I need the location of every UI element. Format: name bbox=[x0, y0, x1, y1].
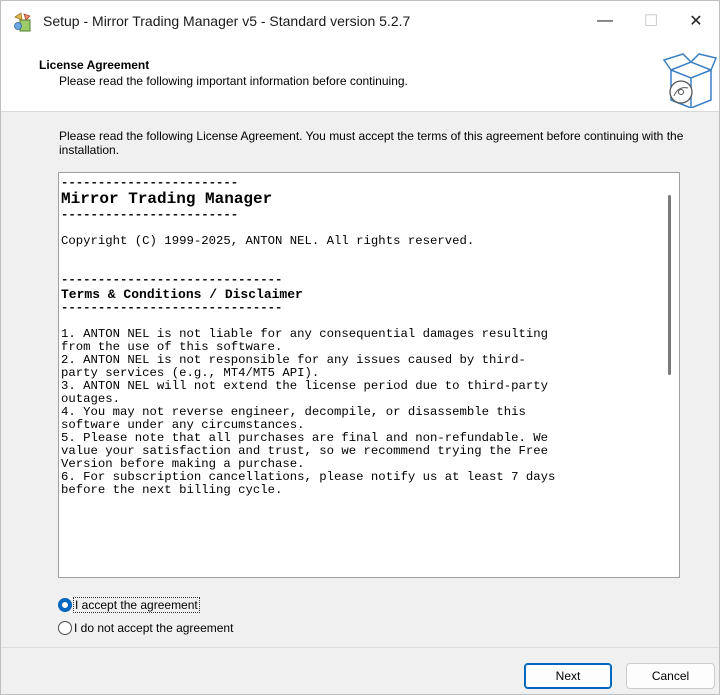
page-subtitle: Please read the following important info… bbox=[59, 74, 408, 88]
wizard-header: License Agreement Please read the follow… bbox=[1, 41, 719, 112]
setup-app-icon bbox=[12, 11, 34, 33]
license-instructions: Please read the following License Agreem… bbox=[59, 129, 684, 157]
page-title: License Agreement bbox=[39, 58, 150, 72]
license-line: ------------------------------ bbox=[61, 273, 283, 287]
radio-unchecked-icon[interactable] bbox=[58, 621, 72, 635]
accept-agreement-option[interactable]: I accept the agreement bbox=[58, 596, 200, 614]
title-bar[interactable]: Setup - Mirror Trading Manager v5 - Stan… bbox=[1, 1, 719, 41]
license-line: Mirror Trading Manager bbox=[61, 190, 273, 208]
cancel-button[interactable]: Cancel bbox=[626, 663, 715, 689]
software-box-icon bbox=[661, 48, 718, 109]
license-text: ------------------------ Mirror Trading … bbox=[61, 177, 661, 497]
footer-divider bbox=[1, 647, 719, 648]
license-line: ------------------------ bbox=[61, 176, 239, 190]
license-line: ------------------------------ bbox=[61, 301, 283, 315]
license-line: Terms & Conditions / Disclaimer bbox=[61, 287, 303, 302]
accept-agreement-label[interactable]: I accept the agreement bbox=[73, 597, 200, 613]
license-text-box[interactable]: ------------------------ Mirror Trading … bbox=[58, 172, 680, 578]
setup-window: Setup - Mirror Trading Manager v5 - Stan… bbox=[0, 0, 720, 695]
scrollbar-thumb[interactable] bbox=[668, 195, 671, 375]
license-line: 3. ANTON NEL will not extend the license… bbox=[61, 379, 549, 393]
decline-agreement-label[interactable]: I do not accept the agreement bbox=[74, 621, 233, 635]
license-line: ------------------------ bbox=[61, 208, 239, 222]
next-button[interactable]: Next bbox=[524, 663, 612, 689]
license-scrollbar[interactable] bbox=[661, 173, 679, 577]
close-button[interactable]: ✕ bbox=[673, 1, 719, 41]
license-line: Copyright (C) 1999-2025, ANTON NEL. All … bbox=[61, 234, 475, 248]
minimize-button[interactable]: — bbox=[582, 1, 628, 41]
maximize-button[interactable]: ☐ bbox=[628, 1, 674, 41]
license-line bbox=[61, 248, 661, 261]
window-title: Setup - Mirror Trading Manager v5 - Stan… bbox=[43, 13, 411, 29]
radio-checked-icon[interactable] bbox=[58, 598, 72, 612]
decline-agreement-option[interactable]: I do not accept the agreement bbox=[58, 619, 233, 637]
license-line: before the next billing cycle. bbox=[61, 483, 283, 497]
